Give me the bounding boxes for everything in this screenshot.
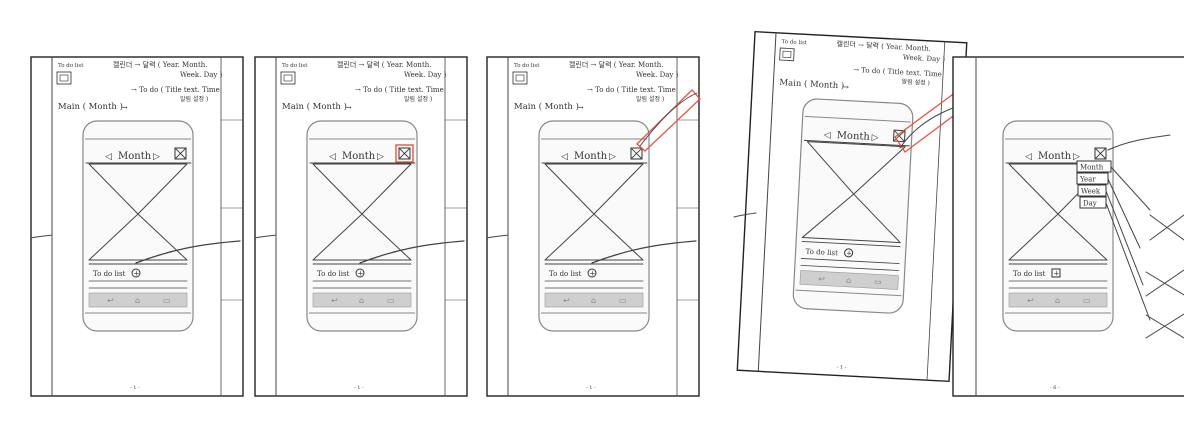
- svg-text:Day: Day: [1083, 200, 1097, 208]
- prev-month-icon[interactable]: ◁: [561, 152, 568, 162]
- arrow-icon: →: [842, 82, 849, 91]
- arrow-icon: →: [121, 103, 128, 112]
- prev-month-icon[interactable]: ◁: [105, 152, 112, 162]
- todo-list-label: To do list: [549, 270, 582, 278]
- note-calendar: 캘린더 → 달력 ( Year. Month.: [113, 60, 208, 69]
- view-mode-dropdown: Month Year Week Day: [1076, 160, 1112, 209]
- main-month-label: Main ( Month ): [58, 101, 123, 112]
- arrow-icon: →: [577, 103, 584, 112]
- svg-text:+: +: [590, 270, 596, 278]
- add-todo-button[interactable]: +: [844, 248, 854, 258]
- page-1: To do list 캘린더 → 달력 ( Year. Month. Week.…: [30, 56, 244, 397]
- calendar-header-month: Month: [1038, 151, 1072, 162]
- calendar-header-month: Month: [342, 151, 376, 162]
- note-todo-2: 알림 설정 ): [404, 95, 432, 103]
- view-option-week[interactable]: Week: [1077, 184, 1107, 197]
- prev-month-icon[interactable]: ◁: [1025, 152, 1032, 162]
- app-title-label: To do list: [514, 63, 540, 69]
- main-month-label: Main ( Month ): [514, 101, 579, 112]
- note-todo-2: 알림 설정 ): [180, 95, 208, 103]
- todo-list-label: To do list: [93, 270, 126, 278]
- add-todo-button[interactable]: +: [355, 268, 365, 278]
- todo-list-label: To do list: [317, 270, 350, 278]
- next-month-icon[interactable]: ▷: [153, 152, 160, 162]
- todo-list-label: To do list: [1013, 270, 1046, 278]
- note-todo-2: 알림 설정 ): [901, 77, 930, 86]
- note-todo: → To do ( Title text. Time: [355, 86, 444, 94]
- add-todo-button[interactable]: +: [131, 268, 141, 278]
- calendar-header-month: Month: [118, 151, 152, 162]
- arrow-icon: →: [345, 103, 352, 112]
- note-calendar: 캘린더 → 달력 ( Year. Month.: [569, 60, 664, 69]
- phone-mockup: ◁ Month ▷ To do list +: [306, 120, 418, 332]
- next-month-icon[interactable]: ▷: [377, 152, 384, 162]
- page-3: To do list 캘린더 → 달력 ( Year. Month. Week.…: [486, 56, 701, 397]
- svg-text:Month: Month: [1080, 164, 1104, 172]
- app-title-label: To do list: [282, 63, 308, 69]
- phone-mockup: ◁ Month ▷ To do list +: [538, 120, 650, 332]
- note-todo-2: 알림 설정 ): [636, 95, 664, 103]
- note-todo: → To do ( Title text. Time: [587, 86, 676, 94]
- note-calendar-2: Week. Day ): [636, 71, 679, 79]
- next-month-icon[interactable]: ▷: [871, 133, 879, 143]
- page-number: - 1 -: [130, 385, 140, 391]
- phone-mockup: ◁ Month ▷ To do list +: [82, 120, 194, 332]
- app-title-label: To do list: [58, 63, 84, 69]
- phone-mockup: ◁ Month ▷ To do list +: [1002, 120, 1114, 332]
- page-number: - 6 -: [1050, 385, 1060, 391]
- page-2: To do list 캘린더 → 달력 ( Year. Month. Week.…: [254, 56, 468, 397]
- view-option-day[interactable]: Day: [1079, 196, 1107, 209]
- add-todo-button[interactable]: +: [587, 268, 597, 278]
- calendar-header-month: Month: [574, 151, 608, 162]
- wireframe-sketch-canvas: ↩ ⌂ ▭ To do list 캘린더 → 달력 ( Year. Month.…: [30, 30, 1184, 397]
- view-menu-icon[interactable]: [395, 144, 414, 163]
- svg-text:+: +: [846, 249, 852, 257]
- add-todo-button[interactable]: +: [1051, 268, 1061, 278]
- phone-mockup: ◁ Month ▷ To do list +: [792, 97, 915, 315]
- todo-list-label: To do list: [805, 248, 838, 258]
- svg-text:+: +: [1054, 270, 1060, 278]
- note-calendar-2: Week. Day ): [180, 71, 223, 79]
- svg-text:+: +: [358, 270, 364, 278]
- note-calendar-2: Week. Day ): [404, 71, 447, 79]
- next-month-icon[interactable]: ▷: [609, 152, 616, 162]
- note-calendar: 캘린더 → 달력 ( Year. Month.: [337, 60, 432, 69]
- svg-text:+: +: [134, 270, 140, 278]
- prev-month-icon[interactable]: ◁: [823, 130, 831, 140]
- view-option-year[interactable]: Year: [1076, 172, 1109, 185]
- svg-text:Year: Year: [1079, 176, 1096, 184]
- page-4: To do list 캘린더 → 달력 ( Year. Month. Week.…: [736, 30, 968, 383]
- main-month-label: Main ( Month ): [282, 101, 347, 112]
- page-number: - 1 -: [354, 385, 364, 391]
- view-option-month[interactable]: Month: [1076, 160, 1112, 173]
- page-5: ◁ Month ▷ To do list + Month Year Week D…: [952, 56, 1184, 397]
- page-number: - 1 -: [836, 364, 846, 371]
- note-todo: → To do ( Title text. Time: [131, 86, 220, 94]
- svg-text:Week: Week: [1081, 188, 1101, 196]
- prev-month-icon[interactable]: ◁: [329, 152, 336, 162]
- calendar-header-month: Month: [836, 130, 870, 143]
- page-number: - 1 -: [586, 385, 596, 391]
